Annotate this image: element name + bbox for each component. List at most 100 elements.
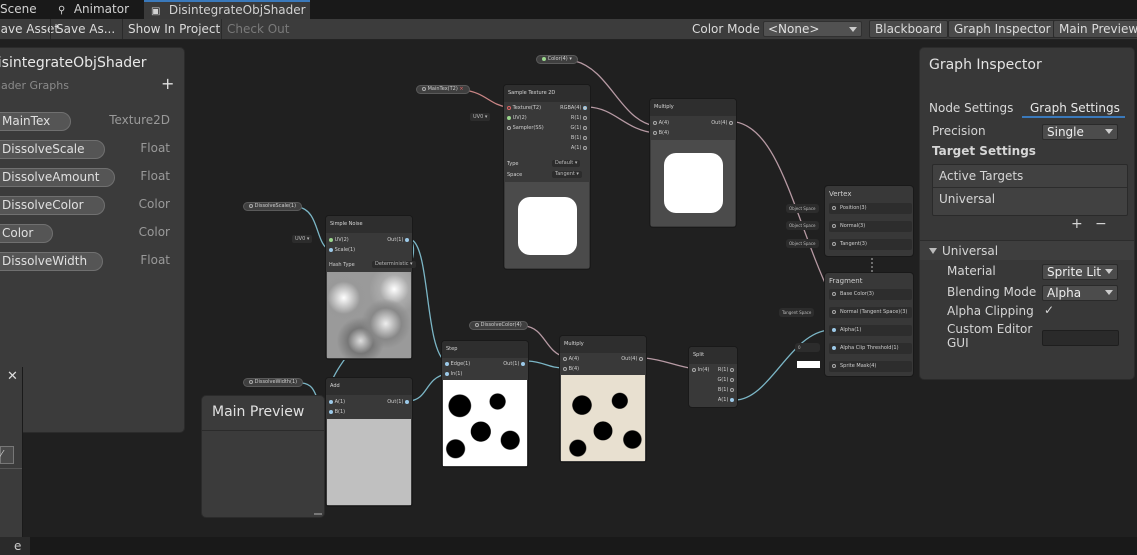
blending-mode-dropdown[interactable]: Alpha [1042, 285, 1118, 301]
input-port[interactable]: Sampler(SS) [507, 125, 544, 131]
space-dropdown[interactable]: Tangent ▾ [552, 171, 582, 178]
blackboard-property[interactable]: MainTex [0, 112, 71, 131]
input-port[interactable]: B(1) [329, 409, 345, 415]
add-target-button[interactable]: + [1071, 216, 1083, 232]
resize-handle[interactable] [314, 513, 322, 515]
vertex-slot[interactable]: Position(3) [829, 203, 912, 214]
eyedropper-icon[interactable]: ⁄ [0, 446, 14, 464]
shader-graph-window: Scene ⚲ Animator ▣ DisintegrateObjShader… [0, 0, 1137, 555]
precision-dropdown[interactable]: Single [1042, 124, 1118, 140]
simple-noise-node[interactable]: Simple Noise UV(2) Scale(1) Out(1) Hash … [326, 216, 416, 359]
fragment-slot[interactable]: Alpha(1) [829, 325, 912, 336]
input-port[interactable]: UV(2) [329, 237, 349, 243]
dissolve-width-chip[interactable]: DissolveWidth(1) [243, 378, 304, 387]
port-label: Edge(1) [450, 361, 471, 367]
output-port[interactable]: Out(4) [711, 120, 733, 126]
color-mode-dropdown[interactable]: <None> [763, 21, 862, 37]
add-node[interactable]: Add A(1) B(1) Out(1) [326, 378, 412, 506]
threshold-field[interactable]: 0 [795, 343, 820, 352]
blackboard-property[interactable]: Color [0, 224, 53, 243]
port-label: Out(1) [387, 237, 404, 243]
remove-target-button[interactable]: − [1095, 216, 1107, 232]
blackboard-property[interactable]: DissolveScale [0, 140, 105, 159]
input-port[interactable]: In(4) [692, 367, 709, 373]
port-label: Out(1) [503, 361, 520, 367]
chip-label: DissolveWidth(1) [254, 379, 298, 385]
output-port[interactable]: B(1) [571, 135, 587, 141]
type-dropdown[interactable]: Default ▾ [552, 160, 581, 167]
tab-animator[interactable]: ⚲ Animator [58, 0, 142, 19]
output-port[interactable]: RGBA(4) [560, 105, 587, 111]
blackboard-property[interactable]: DissolveWidth [0, 252, 103, 271]
input-port[interactable]: Edge(1) [445, 361, 470, 367]
slot-label: Alpha Clip Threshold(1) [840, 345, 899, 351]
input-port[interactable]: Scale(1) [329, 247, 355, 253]
maintex-property-chip[interactable]: MainTex(T2) × [416, 85, 470, 94]
dissolve-color-chip[interactable]: DissolveColor(4) [469, 321, 528, 330]
fragment-slot[interactable]: Sprite Mask(4) [829, 361, 912, 372]
sample-texture-node[interactable]: Sample Texture 2D Texture(T2) UV(2) Samp… [504, 85, 590, 269]
output-port[interactable]: Out(4) [621, 356, 643, 362]
blackboard-toggle[interactable]: Blackboard [869, 20, 949, 38]
universal-section-header[interactable]: Universal [920, 240, 1134, 260]
multiply-node-mid[interactable]: Multiply A(4) B(4) Out(4) [560, 336, 646, 462]
output-port[interactable]: R(1) [571, 115, 587, 121]
output-port[interactable]: R(1) [718, 367, 734, 373]
input-port[interactable]: Texture(T2) [507, 105, 541, 111]
graph-inspector-toggle[interactable]: Graph Inspector [948, 20, 1057, 38]
add-property-button[interactable]: + [161, 74, 174, 93]
check-out-button[interactable]: Check Out [221, 19, 294, 39]
output-port[interactable]: A(1) [571, 145, 587, 151]
tab-node-settings[interactable]: Node Settings [920, 98, 1020, 118]
custom-editor-gui-field[interactable] [1042, 330, 1119, 346]
save-as-button[interactable]: Save As... [50, 19, 120, 39]
input-port[interactable]: UV(2) [507, 115, 527, 121]
uv-channel-selector[interactable]: UV0 ▾ [470, 113, 491, 121]
uv-channel-selector[interactable]: UV0 ▾ [292, 235, 313, 243]
property-type: Color [138, 225, 170, 239]
tab-graph-settings[interactable]: Graph Settings [1022, 98, 1125, 118]
split-node[interactable]: Split In(4) R(1) G(1) B(1) A(1) [689, 347, 737, 407]
show-in-project-button[interactable]: Show In Project [122, 19, 225, 39]
fragment-stack[interactable]: Fragment Base Color(3) Normal (Tangent S… [825, 273, 913, 376]
vertex-slot[interactable]: Tangent(3) [829, 239, 912, 250]
output-port[interactable]: Out(1) [387, 237, 409, 243]
target-item-universal[interactable]: Universal [939, 192, 995, 206]
tab-scene[interactable]: Scene [0, 0, 46, 19]
blackboard-property[interactable]: DissolveColor [0, 196, 105, 215]
alpha-clipping-checkbox[interactable]: ✓ [1044, 303, 1054, 317]
output-port[interactable]: Out(1) [387, 399, 409, 405]
dissolve-scale-chip[interactable]: DissolveScale(1) [243, 202, 303, 211]
step-node[interactable]: Step Edge(1) In(1) Out(1) [442, 341, 528, 467]
main-preview-toggle[interactable]: Main Preview [1053, 20, 1137, 38]
vertex-slot[interactable]: Normal(3) [829, 221, 912, 232]
fragment-slot[interactable]: Base Color(3) [829, 289, 912, 300]
input-port[interactable]: B(4) [653, 130, 669, 136]
output-port[interactable]: A(1) [718, 397, 734, 403]
blackboard-property[interactable]: DissolveAmount [0, 168, 115, 187]
output-port[interactable]: B(1) [718, 387, 734, 393]
input-port[interactable]: A(4) [563, 356, 579, 362]
output-port[interactable]: G(1) [570, 125, 587, 131]
vertex-stack[interactable]: Vertex Position(3) Normal(3) Tangent(3) [825, 186, 913, 256]
input-port[interactable]: In(1) [445, 371, 462, 377]
edge-noise-to-step [411, 239, 447, 363]
hash-type-dropdown[interactable]: Deterministic ▾ [372, 261, 416, 268]
tab-disintegrate-shader[interactable]: ▣ DisintegrateObjShader [144, 0, 310, 19]
multiply-node-top[interactable]: Multiply A(4) B(4) Out(4) [650, 99, 736, 227]
fragment-slot[interactable]: Alpha Clip Threshold(1) [829, 343, 912, 354]
input-port[interactable]: A(1) [329, 399, 345, 405]
fragment-slot[interactable]: Normal (Tangent Space)(3) [829, 307, 912, 318]
input-port[interactable]: A(4) [653, 120, 669, 126]
stack-title: Fragment [829, 277, 863, 285]
close-icon[interactable]: ✕ [7, 369, 18, 384]
material-dropdown[interactable]: Sprite Lit [1042, 264, 1118, 280]
chip-label: DissolveColor(4) [480, 322, 522, 328]
color-swatch[interactable] [797, 361, 820, 368]
output-port[interactable]: Out(1) [503, 361, 525, 367]
active-targets-list: Active Targets Universal [932, 164, 1128, 216]
bottom-tab[interactable]: e [0, 537, 30, 555]
output-port[interactable]: G(1) [717, 377, 734, 383]
color-property-chip[interactable]: Color(4) ▾ [536, 55, 578, 64]
input-port[interactable]: B(4) [563, 366, 579, 372]
